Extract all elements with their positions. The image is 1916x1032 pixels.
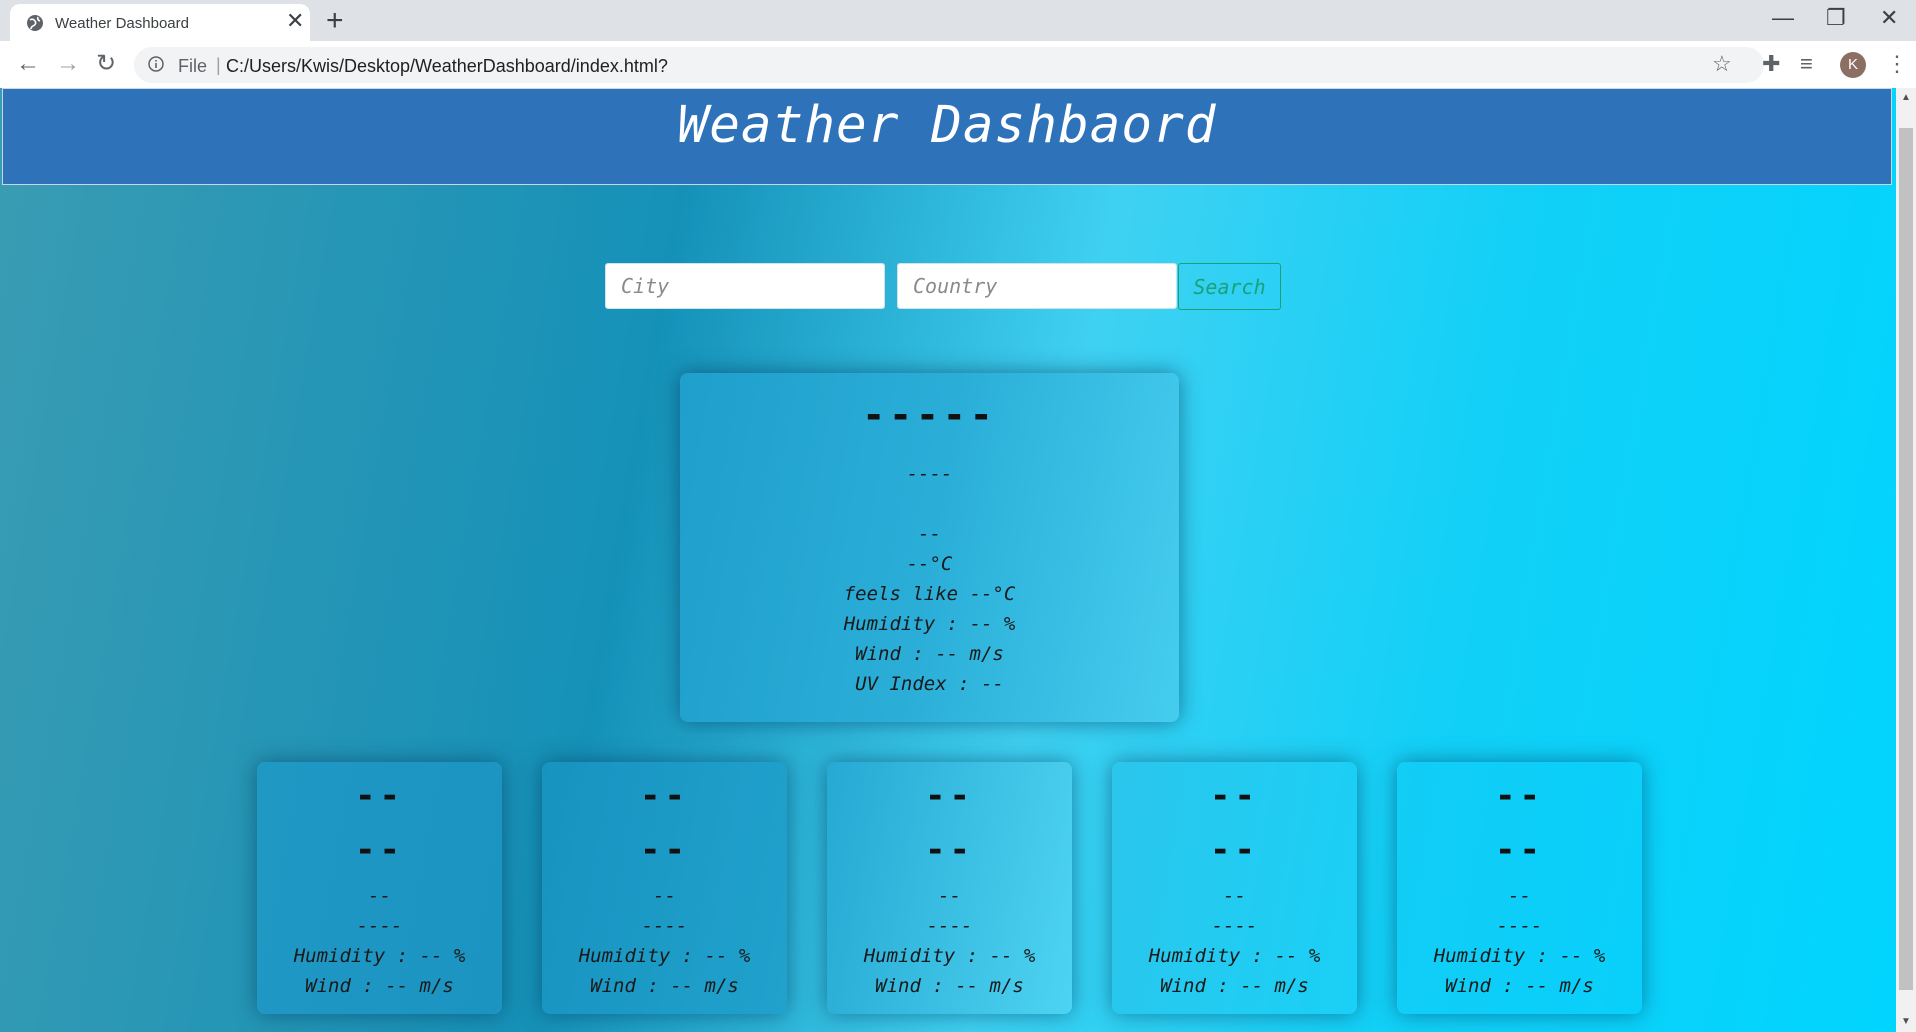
divider: | [216, 55, 221, 75]
info-icon[interactable] [148, 56, 164, 72]
close-tab-icon[interactable]: ✕ [286, 10, 304, 32]
forecast-card: -- -- -- ---- Humidity : -- % Wind : -- … [542, 762, 787, 1014]
current-description: -- [918, 523, 941, 545]
vertical-scrollbar[interactable]: ▲ ▼ [1896, 88, 1916, 1032]
profile-avatar[interactable]: K [1840, 52, 1866, 78]
page-viewport: Weather Dashbaord Search ----- ---- -- -… [0, 88, 1896, 1032]
current-humidity: Humidity : -- % [843, 613, 1016, 635]
current-date: ---- [906, 463, 953, 485]
browser-menu-icon[interactable]: ⋮ [1886, 50, 1908, 78]
media-control-icon[interactable]: ≡ [1800, 51, 1813, 77]
current-feels-like: feels like --°C [843, 583, 1016, 605]
forecast-card: -- -- -- ---- Humidity : -- % Wind : -- … [1112, 762, 1357, 1014]
bookmark-star-icon[interactable]: ☆ [1712, 52, 1732, 76]
scheme-label: File [178, 56, 208, 76]
forecast-icon: -- [1210, 830, 1259, 870]
new-tab-icon[interactable]: + [326, 4, 344, 38]
url-text[interactable]: C:/Users/Kwis/Desktop/WeatherDashboard/i… [226, 56, 668, 77]
forecast-card: -- -- -- ---- Humidity : -- % Wind : -- … [1397, 762, 1642, 1014]
forecast-humidity: Humidity : -- % [293, 945, 466, 967]
forecast-icon: -- [640, 830, 689, 870]
forecast-wind: Wind : -- m/s [305, 975, 454, 997]
browser-tab-strip: Weather Dashboard ✕ + — ❐ ✕ [0, 0, 1916, 41]
forecast-temp: ---- [641, 915, 688, 937]
search-button[interactable]: Search [1178, 263, 1281, 310]
forecast-card: -- -- -- ---- Humidity : -- % Wind : -- … [257, 762, 502, 1014]
forecast-icon: -- [355, 830, 404, 870]
reload-icon[interactable]: ↻ [96, 49, 116, 79]
browser-toolbar: ← → ↻ File | C:/Users/Kwis/Desktop/Weath… [0, 41, 1916, 89]
close-window-icon[interactable]: ✕ [1880, 6, 1898, 30]
forecast-day: -- [1495, 776, 1544, 816]
forecast-humidity: Humidity : -- % [1433, 945, 1606, 967]
address-bar[interactable]: File | C:/Users/Kwis/Desktop/WeatherDash… [134, 47, 1764, 83]
globe-icon [27, 15, 43, 31]
forecast-temp: ---- [1211, 915, 1258, 937]
current-city: ----- [862, 393, 997, 437]
forecast-icon: -- [925, 830, 974, 870]
forecast-card: -- -- -- ---- Humidity : -- % Wind : -- … [827, 762, 1072, 1014]
extensions-puzzle-icon[interactable]: ✚ [1762, 51, 1780, 77]
forecast-humidity: Humidity : -- % [578, 945, 751, 967]
current-wind: Wind : -- m/s [855, 643, 1004, 665]
forecast-wind: Wind : -- m/s [1160, 975, 1309, 997]
forecast-description: -- [1223, 885, 1246, 907]
restore-icon[interactable]: ❐ [1826, 6, 1846, 30]
forecast-humidity: Humidity : -- % [1148, 945, 1321, 967]
forecast-wind: Wind : -- m/s [1445, 975, 1594, 997]
minimize-icon[interactable]: — [1772, 6, 1794, 30]
forecast-description: -- [653, 885, 676, 907]
scrollbar-thumb[interactable] [1899, 128, 1913, 990]
forecast-description: -- [938, 885, 961, 907]
forecast-day: -- [640, 776, 689, 816]
forecast-day: -- [355, 776, 404, 816]
forecast-wind: Wind : -- m/s [590, 975, 739, 997]
page-header: Weather Dashbaord [2, 88, 1892, 185]
scroll-down-icon[interactable]: ▼ [1901, 1016, 1911, 1027]
forecast-temp: ---- [356, 915, 403, 937]
forecast-description: -- [1508, 885, 1531, 907]
back-icon[interactable]: ← [16, 49, 40, 79]
city-input[interactable] [605, 263, 885, 309]
forecast-wind: Wind : -- m/s [875, 975, 1024, 997]
forecast-description: -- [368, 885, 391, 907]
current-weather-card: ----- ---- -- --°C feels like --°C Humid… [680, 373, 1179, 722]
forecast-day: -- [1210, 776, 1259, 816]
forecast-temp: ---- [926, 915, 973, 937]
forecast-humidity: Humidity : -- % [863, 945, 1036, 967]
page-title: Weather Dashbaord [677, 96, 1217, 155]
current-uv-index: UV Index : -- [855, 673, 1004, 695]
scroll-up-icon[interactable]: ▲ [1901, 92, 1911, 103]
forward-icon[interactable]: → [56, 49, 80, 79]
tab-title: Weather Dashboard [55, 15, 189, 32]
forecast-icon: -- [1495, 830, 1544, 870]
browser-tab[interactable]: Weather Dashboard ✕ [10, 4, 310, 41]
country-input[interactable] [897, 263, 1177, 309]
current-temperature: --°C [906, 553, 953, 575]
forecast-temp: ---- [1496, 915, 1543, 937]
forecast-day: -- [925, 776, 974, 816]
